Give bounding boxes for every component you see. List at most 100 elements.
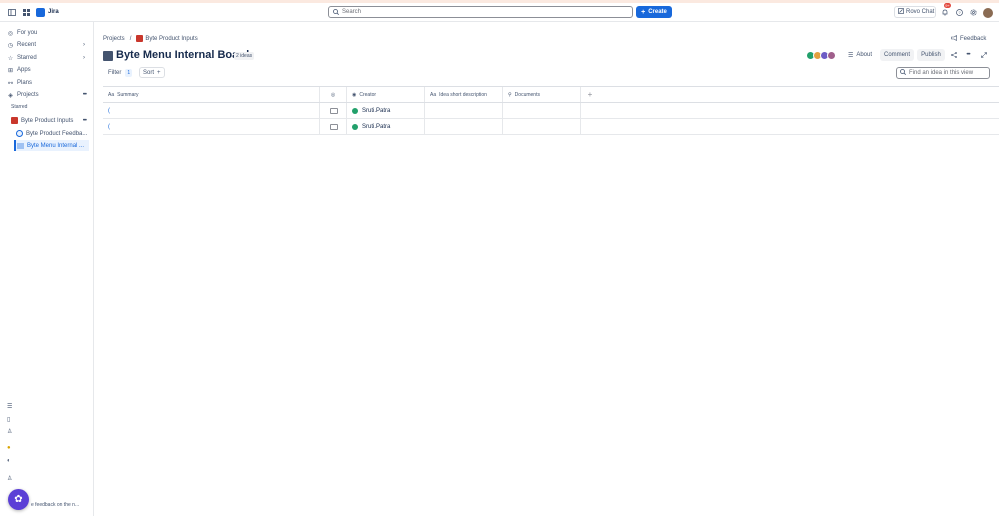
column-header-creator[interactable]: ◉ Creator [347,87,425,102]
column-header-status[interactable]: ◎ [320,87,347,102]
row-status-cell[interactable] [320,119,347,134]
help-icon[interactable]: ? [954,6,964,18]
sidebar-item-plans[interactable]: ⚯ Plans [7,78,89,88]
idea-description-cell[interactable] [425,103,503,118]
text-field-icon: Aa [430,91,437,98]
find-idea-input[interactable]: Find an idea in this view [896,67,990,79]
breadcrumb-project[interactable]: Byte Product Inputs [145,36,197,42]
clock-icon: ◷ [7,42,14,49]
creator-cell[interactable]: Sruti.Patra [347,119,425,134]
column-header-idea-short-description[interactable]: Aa Idea short description [425,87,503,102]
documents-cell[interactable] [503,119,581,134]
collaborator-avatars[interactable] [806,51,836,60]
filter-button[interactable]: Filter 1 [103,67,133,78]
feedback-button[interactable]: Feedback [951,34,986,43]
sidebar-project-byte-product-inputs[interactable]: Byte Product Inputs ••• [11,115,89,126]
filter-label: Filter [108,69,122,76]
create-label: Create [648,9,667,15]
app-name[interactable]: Jira [48,9,59,15]
sidebar-item-for-you[interactable]: ◎ For you [7,28,89,38]
toolbar-icon-2[interactable]: ▯ [7,416,10,423]
publish-button[interactable]: Publish [917,49,945,61]
breadcrumb-projects[interactable]: Projects [103,36,125,42]
sidebar-project-byte-menu-internal[interactable]: Byte Menu Internal ... [14,140,89,151]
sidebar-item-starred[interactable]: ☆ Starred › [7,53,89,63]
app-switcher-icon[interactable] [21,6,31,18]
idea-description-cell[interactable] [425,119,503,134]
sort-button[interactable]: Sort + [139,67,165,78]
share-icon[interactable] [948,49,959,61]
row-status-cell[interactable] [320,103,347,118]
toolbar-icon-1[interactable]: ☰ [7,403,12,410]
sidebar-item-projects[interactable]: ◈ Projects ••• [7,90,89,100]
text-field-icon: Aa [108,91,115,98]
table-row[interactable]: ( Sruti.Patra [103,119,999,135]
rovo-chat-button[interactable]: Rovo Chat [894,6,936,18]
table-row[interactable]: ( Sruti.Patra [103,103,999,119]
search-input[interactable]: Search [328,6,633,18]
about-button[interactable]: ☰ About [845,49,875,61]
creator-cell[interactable]: Sruti.Patra [347,103,425,118]
globe-icon [16,130,23,137]
for-you-icon: ◎ [7,30,14,37]
about-label: About [856,52,873,58]
toolbar-icon-6[interactable]: ♙ [7,475,12,482]
sidebar-item-apps[interactable]: ⊞ Apps [7,65,89,75]
more-actions-icon[interactable]: ••• [962,49,974,61]
plus-icon: + [587,90,593,99]
summary-cell[interactable]: ( [103,119,320,134]
publish-label: Publish [921,52,941,58]
apps-icon: ⊞ [7,67,14,74]
toolbar-icon-3[interactable]: ♙ [7,428,12,435]
column-label: Idea short description [439,91,487,98]
link-icon: ⚲ [508,91,512,98]
feedback-widget-icon[interactable]: ✿ [8,489,29,510]
avatar [352,123,358,130]
column-header-summary[interactable]: Aa Summary [103,87,320,102]
starred-section-label: Starred [11,104,28,110]
user-avatar[interactable] [983,8,993,18]
more-icon[interactable]: ••• [83,92,87,98]
sidebar: ◎ For you ◷ Recent › ☆ Starred › ⊞ Apps … [0,22,94,516]
sidebar-item-recent[interactable]: ◷ Recent › [7,40,89,50]
create-button[interactable]: + Create [636,6,672,18]
toolbar-icon-4[interactable]: ● [7,445,11,451]
card-icon [330,107,338,114]
avatar [827,51,836,60]
project-icon [11,117,18,124]
creator-name: Sruti.Patra [362,107,391,114]
project-label: Byte Product Inputs [21,117,74,124]
settings-gear-icon[interactable] [968,6,978,18]
avatar [352,107,358,114]
expand-icon[interactable] [978,49,989,61]
add-column-button[interactable]: + [581,87,599,102]
card-icon [330,123,338,130]
summary-cell[interactable]: ( [103,103,320,118]
plus-icon: + [157,69,161,76]
ideas-count-badge: 2 ideas [234,52,255,60]
jira-logo-icon[interactable] [36,8,45,17]
documents-cell[interactable] [503,103,581,118]
comment-button[interactable]: Comment [880,49,914,61]
search-placeholder: Search [342,9,362,15]
sidebar-item-label: For you [17,30,38,36]
breadcrumb: Projects / Byte Product Inputs [103,35,198,42]
creator-name: Sruti.Patra [362,123,391,130]
megaphone-icon [951,34,957,43]
sidebar-project-byte-product-feedback[interactable]: Byte Product Feedba... [16,128,89,139]
list-view-icon [17,143,24,149]
give-feedback-text[interactable]: e feedback on the n... [31,502,79,508]
sidebar-toggle-icon[interactable] [7,6,17,18]
board-icon [103,51,113,61]
toolbar-icon-5[interactable]: ◐ [7,458,11,464]
star-icon: ☆ [7,55,14,62]
projects-icon: ◈ [8,92,13,99]
top-navigation-bar: Jira Search + Create Rovo Chat 9+ ? [0,3,999,22]
more-icon[interactable]: ••• [83,118,87,124]
sidebar-item-label: Apps [17,67,31,73]
column-header-documents[interactable]: ⚲ Documents [503,87,581,102]
rovo-icon [898,8,904,16]
status-icon: ◎ [330,91,336,98]
breadcrumb-separator: / [129,35,132,42]
person-icon: ◉ [352,91,357,98]
